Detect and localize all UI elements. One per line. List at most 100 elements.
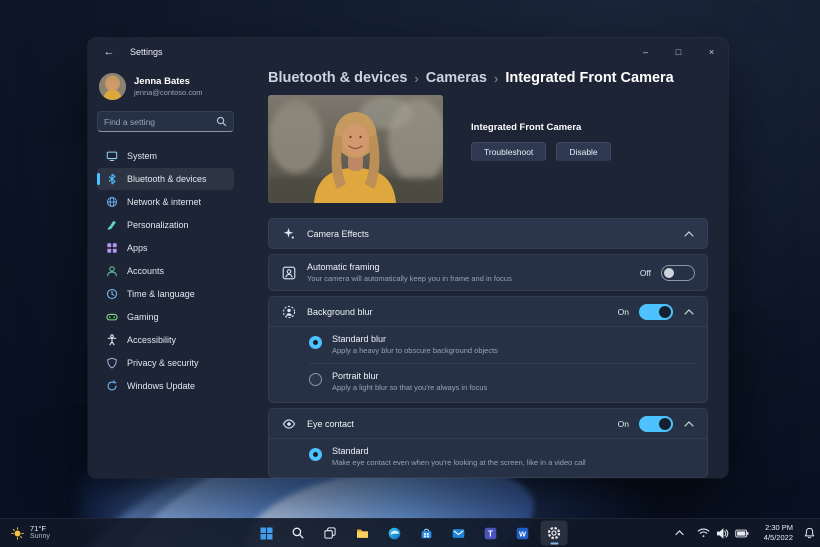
- automatic-framing-icon: [281, 265, 296, 280]
- chevron-up-icon[interactable]: [683, 306, 695, 318]
- sidebar-item-bluetooth-devices[interactable]: Bluetooth & devices: [97, 168, 234, 190]
- word-app-icon[interactable]: W: [509, 521, 536, 546]
- sidebar-item-accessibility[interactable]: Accessibility: [97, 329, 234, 351]
- back-button[interactable]: ←: [96, 41, 122, 62]
- breadcrumb-item[interactable]: Cameras: [426, 70, 487, 86]
- sidebar-item-label: Personalization: [127, 220, 189, 230]
- setting-description: Your camera will automatically keep you …: [307, 274, 512, 283]
- weather-condition: Sunny: [30, 533, 50, 541]
- option-title: Standard blur: [332, 334, 387, 344]
- start-button[interactable]: [253, 521, 280, 546]
- eye-contact-toggle[interactable]: [639, 415, 673, 432]
- battery-icon: [735, 529, 749, 538]
- bluetooth-icon: [105, 173, 118, 186]
- chevron-up-icon[interactable]: [683, 418, 695, 430]
- weather-widget[interactable]: 71°F Sunny: [5, 519, 56, 547]
- taskbar: 71°F Sunny T W 2:30 PM 4/5/2022: [0, 518, 820, 547]
- accessibility-icon: [105, 334, 118, 347]
- close-button[interactable]: ×: [695, 38, 728, 65]
- sidebar-item-label: Windows Update: [127, 381, 196, 391]
- clock-icon: [105, 288, 118, 301]
- edge-browser-icon[interactable]: [381, 521, 408, 546]
- svg-text:T: T: [488, 529, 493, 538]
- toggle-state-label: Off: [639, 267, 651, 278]
- sidebar-item-label: Bluetooth & devices: [127, 174, 207, 184]
- user-name: Jenna Bates: [134, 76, 190, 88]
- option-title: Portrait blur: [332, 371, 379, 381]
- chevron-up-icon[interactable]: [683, 228, 695, 240]
- microsoft-store-icon[interactable]: [413, 521, 440, 546]
- notification-bell-icon[interactable]: [804, 527, 815, 539]
- background-blur-toggle[interactable]: [639, 303, 673, 320]
- sidebar-item-apps[interactable]: Apps: [97, 237, 234, 259]
- minimize-button[interactable]: –: [629, 38, 662, 65]
- person-icon: [105, 265, 118, 278]
- sidebar-item-time-language[interactable]: Time & language: [97, 283, 234, 305]
- background-blur-row[interactable]: Background blur On: [269, 297, 707, 326]
- sidebar-item-system[interactable]: System: [97, 145, 234, 167]
- toggle-state-label: On: [617, 306, 629, 317]
- main-content: Bluetooth & devices › Cameras › Integrat…: [242, 65, 728, 478]
- sidebar: Jenna Bates jenna@contoso.com Syste: [88, 65, 242, 478]
- toggle-state-label: On: [617, 418, 629, 429]
- user-email: jenna@contoso.com: [134, 87, 203, 97]
- radio-selected-icon[interactable]: [309, 448, 322, 461]
- chevron-right-icon: ›: [414, 70, 419, 86]
- sidebar-item-label: Time & language: [127, 289, 195, 299]
- camera-preview: [268, 95, 443, 203]
- troubleshoot-button[interactable]: Troubleshoot: [471, 142, 547, 162]
- automatic-framing-toggle[interactable]: [661, 264, 695, 281]
- setting-title: Eye contact: [307, 418, 355, 429]
- search-input[interactable]: [104, 116, 212, 127]
- breadcrumb-item[interactable]: Bluetooth & devices: [268, 70, 407, 86]
- disable-button[interactable]: Disable: [556, 142, 611, 162]
- option-description: Apply a heavy blur to obscure background…: [332, 346, 498, 355]
- sidebar-item-windows-update[interactable]: Windows Update: [97, 375, 234, 397]
- eye-contact-icon: [281, 416, 296, 431]
- teams-app-icon[interactable]: T: [477, 521, 504, 546]
- sidebar-item-label: Network & internet: [127, 197, 202, 207]
- clock-time: 2:30 PM: [765, 523, 793, 533]
- camera-effects-section-header[interactable]: Camera Effects: [268, 218, 708, 249]
- sidebar-item-network-internet[interactable]: Network & internet: [97, 191, 234, 213]
- task-view-icon[interactable]: [317, 521, 344, 546]
- standard-blur-option[interactable]: Standard blur Apply a heavy blur to obsc…: [309, 327, 695, 363]
- radio-unselected-icon[interactable]: [309, 373, 322, 386]
- device-name: Integrated Front Camera: [471, 122, 582, 133]
- breadcrumb: Bluetooth & devices › Cameras › Integrat…: [268, 68, 708, 88]
- titlebar[interactable]: ← Settings – □ ×: [88, 38, 728, 65]
- sidebar-item-personalization[interactable]: Personalization: [97, 214, 234, 236]
- file-explorer-icon[interactable]: [349, 521, 376, 546]
- section-title: Camera Effects: [307, 228, 369, 239]
- option-description: Apply a light blur so that you're always…: [332, 383, 488, 392]
- eye-contact-row[interactable]: Eye contact On: [269, 409, 707, 438]
- page-title: Integrated Front Camera: [505, 70, 674, 86]
- search-box[interactable]: [97, 111, 234, 132]
- user-profile[interactable]: Jenna Bates jenna@contoso.com: [97, 70, 234, 100]
- sidebar-item-accounts[interactable]: Accounts: [97, 260, 234, 282]
- tray-status-icons[interactable]: [693, 525, 753, 542]
- sidebar-item-label: Accounts: [127, 266, 165, 276]
- chevron-right-icon: ›: [494, 70, 499, 86]
- background-blur-group: Background blur On Standard blur Apply a…: [268, 296, 708, 403]
- svg-text:W: W: [518, 529, 526, 538]
- settings-app-icon[interactable]: [540, 520, 568, 546]
- mail-app-icon[interactable]: [445, 521, 472, 546]
- tray-chevron-up-icon[interactable]: [674, 527, 686, 539]
- eye-contact-standard-option[interactable]: Standard Make eye contact even when you'…: [309, 439, 695, 475]
- portrait-blur-option[interactable]: Portrait blur Apply a light blur so that…: [309, 363, 695, 400]
- sidebar-item-gaming[interactable]: Gaming: [97, 306, 234, 328]
- paintbrush-icon: [105, 219, 118, 232]
- maximize-button[interactable]: □: [662, 38, 695, 65]
- sidebar-item-label: Gaming: [127, 312, 159, 322]
- window-title: Settings: [130, 46, 163, 57]
- globe-icon: [105, 196, 118, 209]
- sidebar-item-label: Accessibility: [127, 335, 177, 345]
- update-icon: [105, 380, 118, 393]
- clock-widget[interactable]: 2:30 PM 4/5/2022: [760, 521, 797, 545]
- clock-date: 4/5/2022: [763, 533, 793, 542]
- sidebar-item-privacy-security[interactable]: Privacy & security: [97, 352, 234, 374]
- search-taskbar-icon[interactable]: [285, 521, 312, 546]
- settings-window: ← Settings – □ × Jenna Bates jenna@conto…: [88, 38, 728, 478]
- radio-selected-icon[interactable]: [309, 336, 322, 349]
